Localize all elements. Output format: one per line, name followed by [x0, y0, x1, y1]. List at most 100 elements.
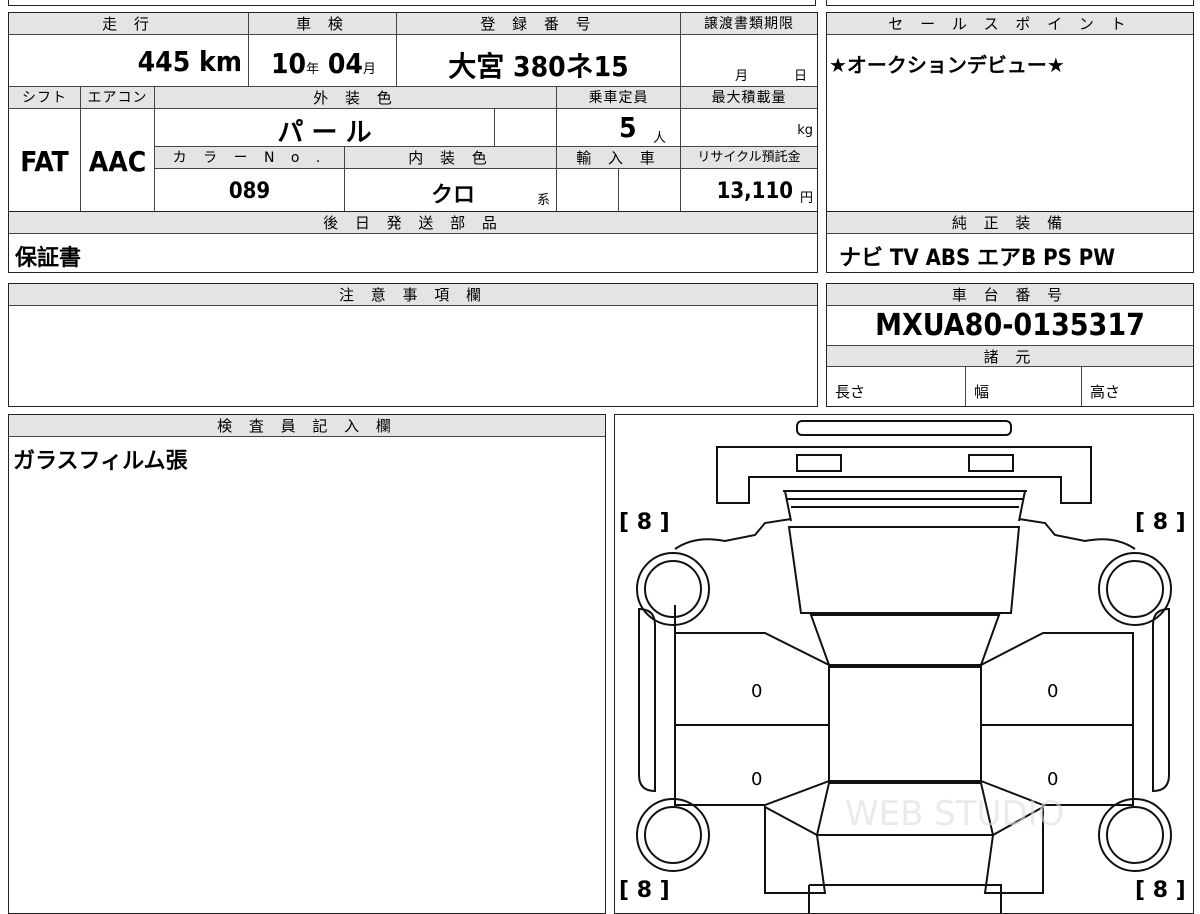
right-door-front — [980, 632, 1134, 726]
mileage-value: 445 — [137, 45, 191, 78]
rear-left-quarter — [764, 805, 827, 894]
headlight-right — [968, 454, 1014, 472]
later-parts-box: 後 日 発 送 部 品 保証書 — [8, 211, 818, 273]
inspection-month-unit: 月 — [362, 62, 376, 77]
spec-length-label: 長さ — [835, 383, 866, 401]
genuine-equipment-value: ナビ TV ABS エアB PS PW — [839, 246, 1116, 271]
top-strip-right — [826, 0, 1194, 6]
tire-mark-front-right: [ 8 ] — [1135, 510, 1186, 535]
header-import: 輸 入 車 — [557, 147, 681, 169]
header-registration: 登 録 番 号 — [397, 13, 681, 35]
top-strip-left — [8, 0, 816, 6]
interior-color-value: クロ — [431, 183, 476, 208]
shift-cell: FAT — [9, 109, 81, 212]
transfer-month-label: 月 — [735, 69, 749, 84]
sales-point-value: ★オークションデビュー★ — [829, 53, 1065, 77]
interior-color-cell: クロ 系 — [345, 169, 557, 212]
recycle-fee: 13,110 — [716, 179, 793, 204]
header-sales-point: セ ー ル ス ポ イ ン ト — [827, 13, 1193, 35]
max-load-unit: kg — [797, 123, 813, 138]
wheel-front-left-outer — [636, 552, 710, 626]
right-side — [1152, 607, 1170, 793]
spec-width-cell: 幅 — [966, 367, 1082, 406]
header-mileage: 走 行 — [9, 13, 249, 35]
front-bumper-bar — [796, 420, 1012, 436]
header-max-load: 最大積載量 — [681, 87, 817, 109]
wheel-front-left-inner — [644, 560, 702, 618]
aircon-cell: AAC — [81, 109, 155, 212]
left-door-front — [674, 632, 830, 726]
recycle-cell: 13,110 円 — [681, 169, 817, 212]
car-diagram: [ 8 ] [ 8 ] [ 8 ] [ 8 ] 0 0 0 0 WEB STUD… — [619, 420, 1186, 913]
roof — [828, 666, 982, 782]
door-mark-left-front: 0 — [751, 681, 762, 702]
header-inspection: 車 検 — [249, 13, 397, 35]
transfer-deadline-cell: 月 日 — [681, 35, 817, 87]
exterior-color-value: パ ー ル — [277, 118, 372, 148]
genuine-equipment-box: 純 正 装 備 ナビ TV ABS エアB PS PW — [826, 211, 1194, 273]
spec-height-cell: 高さ — [1082, 367, 1193, 406]
spec-height-label: 高さ — [1090, 383, 1121, 401]
tire-mark-rear-right: [ 8 ] — [1135, 878, 1186, 903]
mileage-cell: 445 km — [9, 35, 249, 87]
rear-bumper — [808, 884, 1002, 913]
headlight-left — [796, 454, 842, 472]
inspection-month: 04 — [327, 47, 363, 80]
tire-mark-front-left: [ 8 ] — [619, 510, 670, 535]
header-genuine-equipment: 純 正 装 備 — [827, 212, 1193, 234]
front-panel — [716, 446, 1092, 504]
body-outline — [674, 518, 1136, 550]
header-interior-color: 内 装 色 — [345, 147, 557, 169]
color-no-value: 089 — [228, 179, 271, 204]
inspection-year-unit: 年 — [306, 62, 320, 77]
exterior-color-cell: パ ー ル — [155, 109, 495, 148]
header-chassis-no: 車 台 番 号 — [827, 284, 1193, 306]
inspector-box: 検 査 員 記 入 欄 ガラスフィルム張 — [8, 414, 606, 914]
registration-number: 大宮 380ネ15 — [448, 50, 629, 83]
capacity-unit: 人 — [653, 131, 667, 146]
wheel-front-right-inner — [1106, 560, 1164, 618]
spec-width-label: 幅 — [974, 383, 990, 401]
door-mark-left-rear: 0 — [751, 769, 762, 790]
registration-cell: 大宮 380ネ15 — [397, 35, 681, 87]
door-mark-right-front: 0 — [1047, 681, 1058, 702]
right-door-rear — [980, 724, 1134, 806]
chassis-no-value: MXUA80-0135317 — [875, 308, 1145, 343]
watermark: WEB STUDIO — [845, 794, 1064, 834]
left-side — [638, 605, 676, 793]
car-diagram-box: [ 8 ] [ 8 ] [ 8 ] [ 8 ] 0 0 0 0 WEB STUD… — [614, 414, 1194, 914]
vehicle-info-box: 走 行 車 検 登 録 番 号 譲渡書類期限 445 km 10年 04月 大宮… — [8, 12, 818, 213]
header-transfer-deadline: 譲渡書類期限 — [681, 13, 817, 35]
header-specs: 諸 元 — [827, 345, 1193, 367]
spec-length-cell: 長さ — [827, 367, 966, 406]
interior-suffix: 系 — [536, 193, 550, 208]
sales-point-box: セ ー ル ス ポ イ ン ト ★オークションデビュー★ — [826, 12, 1194, 213]
max-load-cell: kg — [681, 109, 817, 147]
header-capacity: 乗車定員 — [557, 87, 681, 109]
wheel-rear-left-inner — [644, 806, 702, 864]
aircon-value: AAC — [88, 145, 147, 178]
header-color-no: カ ラ ー N o . — [155, 147, 345, 169]
notes-box: 注 意 事 項 欄 — [8, 283, 818, 407]
left-door-rear — [674, 724, 830, 806]
exterior-color-extra-cell — [495, 109, 557, 147]
import-cell-b — [619, 169, 681, 212]
color-no-cell: 089 — [155, 169, 345, 212]
chassis-box: 車 台 番 号 MXUA80-0135317 諸 元 長さ 幅 高さ — [826, 283, 1194, 407]
wheel-rear-left-outer — [636, 798, 710, 872]
wheel-rear-right-outer — [1098, 798, 1172, 872]
import-cell-a — [557, 169, 619, 212]
header-aircon: エアコン — [81, 87, 155, 109]
inspection-year: 10 — [271, 47, 307, 80]
later-parts-value: 保証書 — [15, 246, 82, 271]
wheel-rear-right-inner — [1106, 806, 1164, 864]
capacity-cell: 5 人 — [557, 109, 681, 147]
hood — [787, 526, 1021, 614]
inspector-notes: ガラスフィルム張 — [13, 449, 188, 474]
grille — [783, 490, 1027, 522]
tire-mark-rear-left: [ 8 ] — [619, 878, 670, 903]
inspection-cell: 10年 04月 — [249, 35, 397, 87]
windshield — [809, 614, 1001, 666]
header-exterior-color: 外 装 色 — [155, 87, 557, 109]
shift-value: FAT — [20, 145, 69, 178]
